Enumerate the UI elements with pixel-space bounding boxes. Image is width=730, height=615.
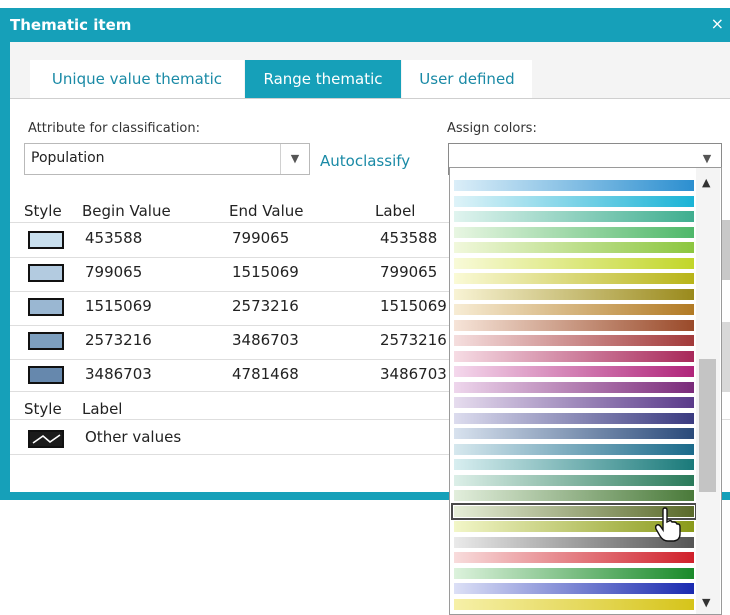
attribute-select-value: Population: [31, 150, 105, 166]
color-ramp-option[interactable]: [454, 350, 694, 362]
begin-value-cell: 3486703: [85, 365, 152, 383]
label-cell: 2573216: [380, 331, 447, 349]
color-ramp-option[interactable]: [454, 288, 694, 300]
color-ramp-option[interactable]: [454, 180, 694, 191]
col-header-end-value: End Value: [229, 202, 304, 220]
color-ramp-option[interactable]: [454, 304, 694, 315]
color-ramp-option[interactable]: [454, 412, 694, 424]
style-swatch[interactable]: [28, 231, 64, 249]
color-ramp-dropdown[interactable]: ▲ ▼: [449, 167, 722, 615]
scroll-up-icon[interactable]: ▲: [702, 176, 710, 189]
color-ramp-option[interactable]: [454, 242, 694, 253]
close-icon[interactable]: ×: [711, 14, 724, 33]
label-cell: 3486703: [380, 365, 447, 383]
color-ramp-option[interactable]: [454, 257, 694, 269]
label-cell: 799065: [380, 263, 438, 281]
color-ramp-option[interactable]: [454, 226, 694, 238]
style-swatch[interactable]: [28, 366, 64, 384]
chevron-down-icon[interactable]: ▼: [280, 144, 309, 174]
other-col-header-style: Style: [24, 400, 62, 418]
line-pattern-icon: [32, 434, 61, 444]
divider: [10, 454, 450, 455]
color-ramp-option[interactable]: [454, 397, 694, 408]
divider: [10, 359, 450, 360]
col-header-begin-value: Begin Value: [82, 202, 171, 220]
tab-strip: Unique value thematic Range thematic Use…: [10, 42, 730, 99]
begin-value-cell: 1515069: [85, 297, 152, 315]
end-value-cell: 799065: [232, 229, 290, 247]
begin-value-cell: 799065: [85, 263, 143, 281]
attribute-select[interactable]: Population ▼: [24, 143, 310, 175]
tab-unique-value-thematic[interactable]: Unique value thematic: [30, 60, 244, 98]
assign-colors-label: Assign colors:: [447, 121, 537, 136]
end-value-cell: 2573216: [232, 297, 299, 315]
label-cell: 453588: [380, 229, 438, 247]
color-ramp-option[interactable]: [454, 474, 694, 486]
dropdown-scrollbar[interactable]: ▲ ▼: [696, 168, 720, 614]
scroll-thumb[interactable]: [699, 359, 716, 492]
autoclassify-link[interactable]: Autoclassify: [320, 152, 410, 170]
end-value-cell: 3486703: [232, 331, 299, 349]
divider: [10, 325, 450, 326]
color-ramp-option[interactable]: [454, 552, 694, 563]
begin-value-cell: 453588: [85, 229, 143, 247]
divider: [10, 291, 450, 292]
dialog-titlebar[interactable]: Thematic item ×: [0, 8, 730, 42]
color-ramp-option[interactable]: [454, 598, 694, 610]
color-ramp-option[interactable]: [454, 428, 694, 439]
other-col-header-label: Label: [82, 400, 123, 418]
end-value-cell: 1515069: [232, 263, 299, 281]
hand-cursor-icon: [654, 507, 681, 542]
begin-value-cell: 2573216: [85, 331, 152, 349]
color-ramp-option[interactable]: [454, 273, 694, 284]
label-cell: 1515069: [380, 297, 447, 315]
tab-user-defined[interactable]: User defined: [402, 60, 532, 98]
tab-range-thematic[interactable]: Range thematic: [245, 60, 401, 98]
color-ramp-option[interactable]: [454, 366, 694, 377]
dialog-title: Thematic item: [10, 16, 132, 34]
col-header-label: Label: [375, 202, 416, 220]
scroll-down-icon[interactable]: ▼: [702, 596, 710, 609]
color-ramp-option[interactable]: [454, 459, 694, 470]
color-ramp-option[interactable]: [454, 381, 694, 393]
divider: [10, 257, 450, 258]
color-ramp-option[interactable]: [454, 490, 694, 501]
style-swatch[interactable]: [28, 298, 64, 316]
color-ramp-option[interactable]: [454, 335, 694, 346]
style-swatch[interactable]: [28, 264, 64, 282]
other-values-swatch[interactable]: [28, 430, 64, 448]
style-swatch[interactable]: [28, 332, 64, 350]
color-ramp-option[interactable]: [454, 443, 694, 455]
color-ramp-option[interactable]: [454, 211, 694, 222]
color-ramp-option[interactable]: [454, 583, 694, 594]
color-ramp-option[interactable]: [454, 319, 694, 331]
color-ramp-option[interactable]: [454, 195, 694, 207]
attribute-label: Attribute for classification:: [28, 121, 201, 136]
col-header-style: Style: [24, 202, 62, 220]
end-value-cell: 4781468: [232, 365, 299, 383]
other-values-label: Other values: [85, 428, 182, 446]
color-ramp-option[interactable]: [454, 567, 694, 579]
